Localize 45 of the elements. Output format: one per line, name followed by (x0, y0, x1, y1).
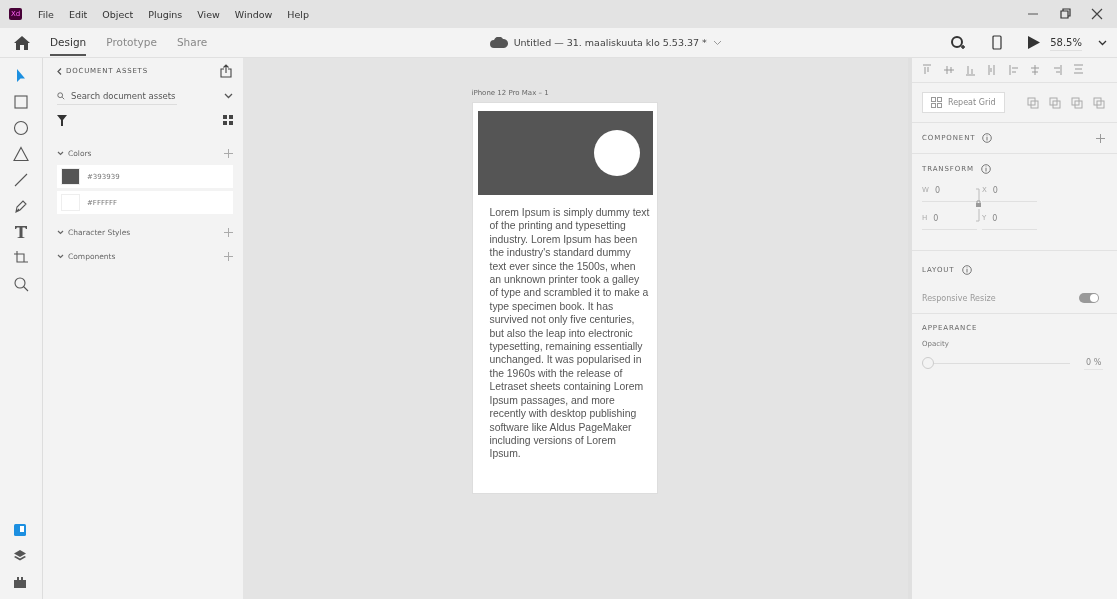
tab[interactable]: Share (176, 29, 208, 56)
tab[interactable]: Prototype (106, 29, 157, 56)
grid-icon (931, 97, 942, 108)
menu-item[interactable]: Help (287, 8, 309, 20)
home-icon[interactable] (14, 35, 30, 50)
filter-icon[interactable] (57, 114, 67, 126)
grid-view-icon[interactable] (223, 115, 233, 125)
zoom-level[interactable]: 58.5% (1050, 34, 1082, 51)
document-title[interactable]: Untitled — 31. maaliskuuta klo 5.53.37 * (513, 37, 707, 48)
info-icon[interactable] (982, 133, 993, 143)
close-icon[interactable] (1091, 8, 1103, 20)
menu-item[interactable]: View (197, 8, 220, 20)
menu-item[interactable]: Edit (68, 8, 88, 20)
add-icon[interactable] (1096, 133, 1105, 143)
user-add-icon[interactable] (950, 34, 967, 51)
lock-icon[interactable] (975, 188, 982, 222)
responsive-resize-label: Responsive Resize (922, 293, 996, 303)
cloud-icon (489, 37, 508, 48)
opacity-value[interactable]: 0 % (1084, 356, 1104, 370)
phone-icon[interactable] (992, 35, 1003, 50)
search-field[interactable]: Search document assets (57, 87, 177, 105)
info-icon[interactable] (961, 265, 972, 275)
menu-item[interactable]: Plugins (148, 8, 183, 20)
artboard[interactable] (471, 102, 658, 494)
chevron-icon[interactable] (57, 253, 64, 259)
menu-item[interactable]: Window (234, 8, 273, 20)
toggle-switch[interactable] (1079, 293, 1099, 303)
share-icon[interactable] (219, 64, 233, 78)
restore-icon[interactable] (1059, 8, 1071, 20)
chevron-icon[interactable] (57, 150, 64, 156)
tab[interactable]: Design (50, 29, 87, 56)
chevron-icon[interactable] (224, 93, 233, 99)
zoom-tool-icon[interactable] (13, 274, 29, 294)
menu-item[interactable]: File (38, 8, 54, 20)
chevron-icon[interactable] (1098, 39, 1107, 46)
triangle-tool-icon[interactable] (13, 144, 29, 164)
chevron-icon[interactable] (57, 229, 64, 235)
body-text: Lorem Ipsum is simply dummy text of the printing and typesetting industry. Lorem Ipsum has been the industry's standard dummy text ever since the 1500s, when an unknown printer took a galley of type and scrambled it to make a type specimen book. It has survived not only five centuries, but also the leap into electronic typesetting, remaining essentially unchanged. It was popularised in the 1960s with the release of Letraset sheets containing Lorem Ipsum passages, and more recently with desktop publishing software like Aldus PageMaker including versions of Lorem Ipsum. (489, 206, 650, 461)
search-icon (57, 90, 65, 101)
ellipse-tool-icon[interactable] (13, 118, 29, 138)
repeat-grid-button[interactable]: Repeat Grid (922, 92, 1005, 113)
menu-item[interactable]: Object (102, 8, 134, 20)
back-icon[interactable] (57, 67, 62, 75)
info-icon[interactable] (980, 164, 991, 174)
play-icon[interactable] (1028, 36, 1041, 49)
